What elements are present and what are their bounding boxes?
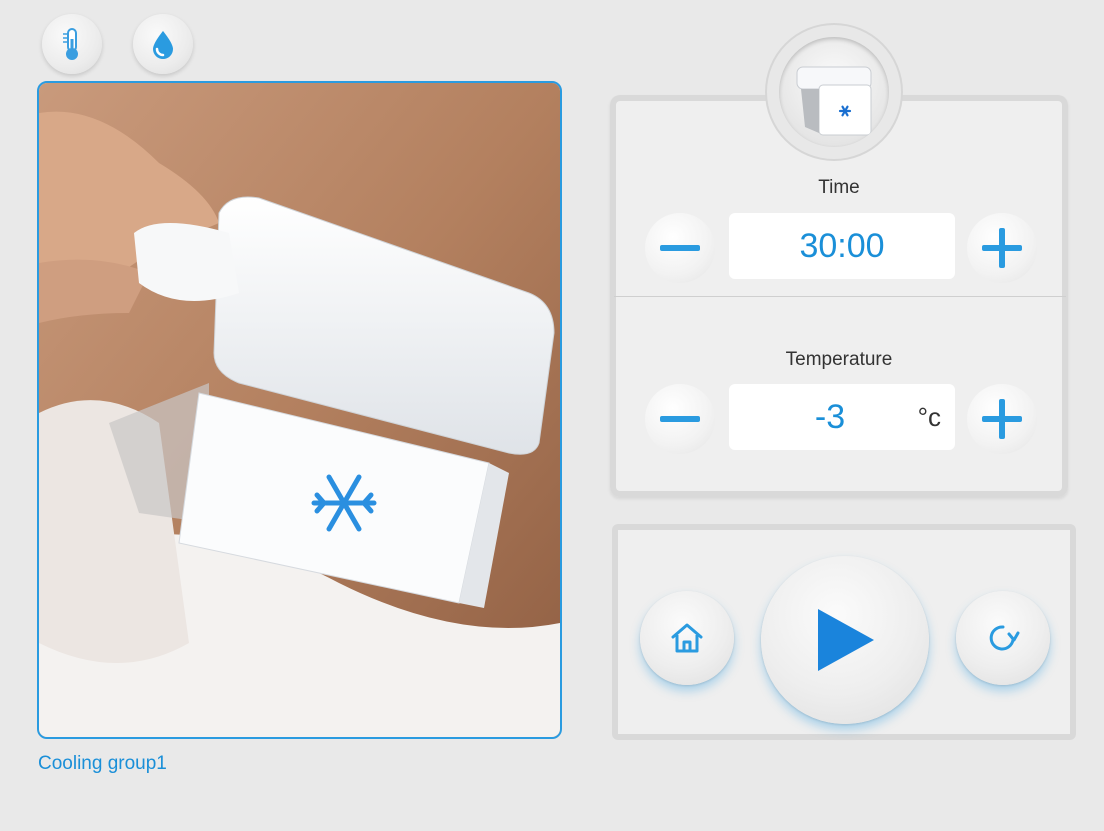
temperature-label: Temperature (785, 349, 893, 370)
time-label: Time (818, 177, 860, 198)
temperature-increase-button[interactable] (967, 384, 1037, 454)
thermometer-icon (63, 28, 78, 60)
temperature-decrease-button[interactable] (645, 384, 715, 454)
time-value[interactable]: 30:00 (729, 213, 955, 279)
group-caption: Cooling group1 (38, 753, 167, 774)
play-button[interactable] (761, 556, 929, 724)
time-increase-button[interactable] (967, 213, 1037, 283)
plus-icon (982, 228, 1022, 268)
minus-icon (660, 245, 700, 251)
home-button[interactable] (640, 591, 734, 685)
thermometer-button[interactable] (42, 14, 102, 74)
temperature-unit: °c (917, 401, 941, 432)
device-thumbnail (767, 25, 901, 159)
water-drop-icon (153, 31, 173, 59)
plus-icon (982, 399, 1022, 439)
home-icon (671, 623, 703, 653)
panel-divider (614, 296, 1066, 297)
play-icon (818, 609, 874, 671)
minus-icon (660, 416, 700, 422)
treatment-preview-image (37, 81, 562, 739)
water-drop-button[interactable] (133, 14, 193, 74)
time-decrease-button[interactable] (645, 213, 715, 283)
reset-button[interactable] (956, 591, 1050, 685)
refresh-icon (989, 625, 1020, 651)
temperature-value[interactable]: -3 °c (729, 384, 955, 450)
applicator-icon (796, 66, 872, 136)
